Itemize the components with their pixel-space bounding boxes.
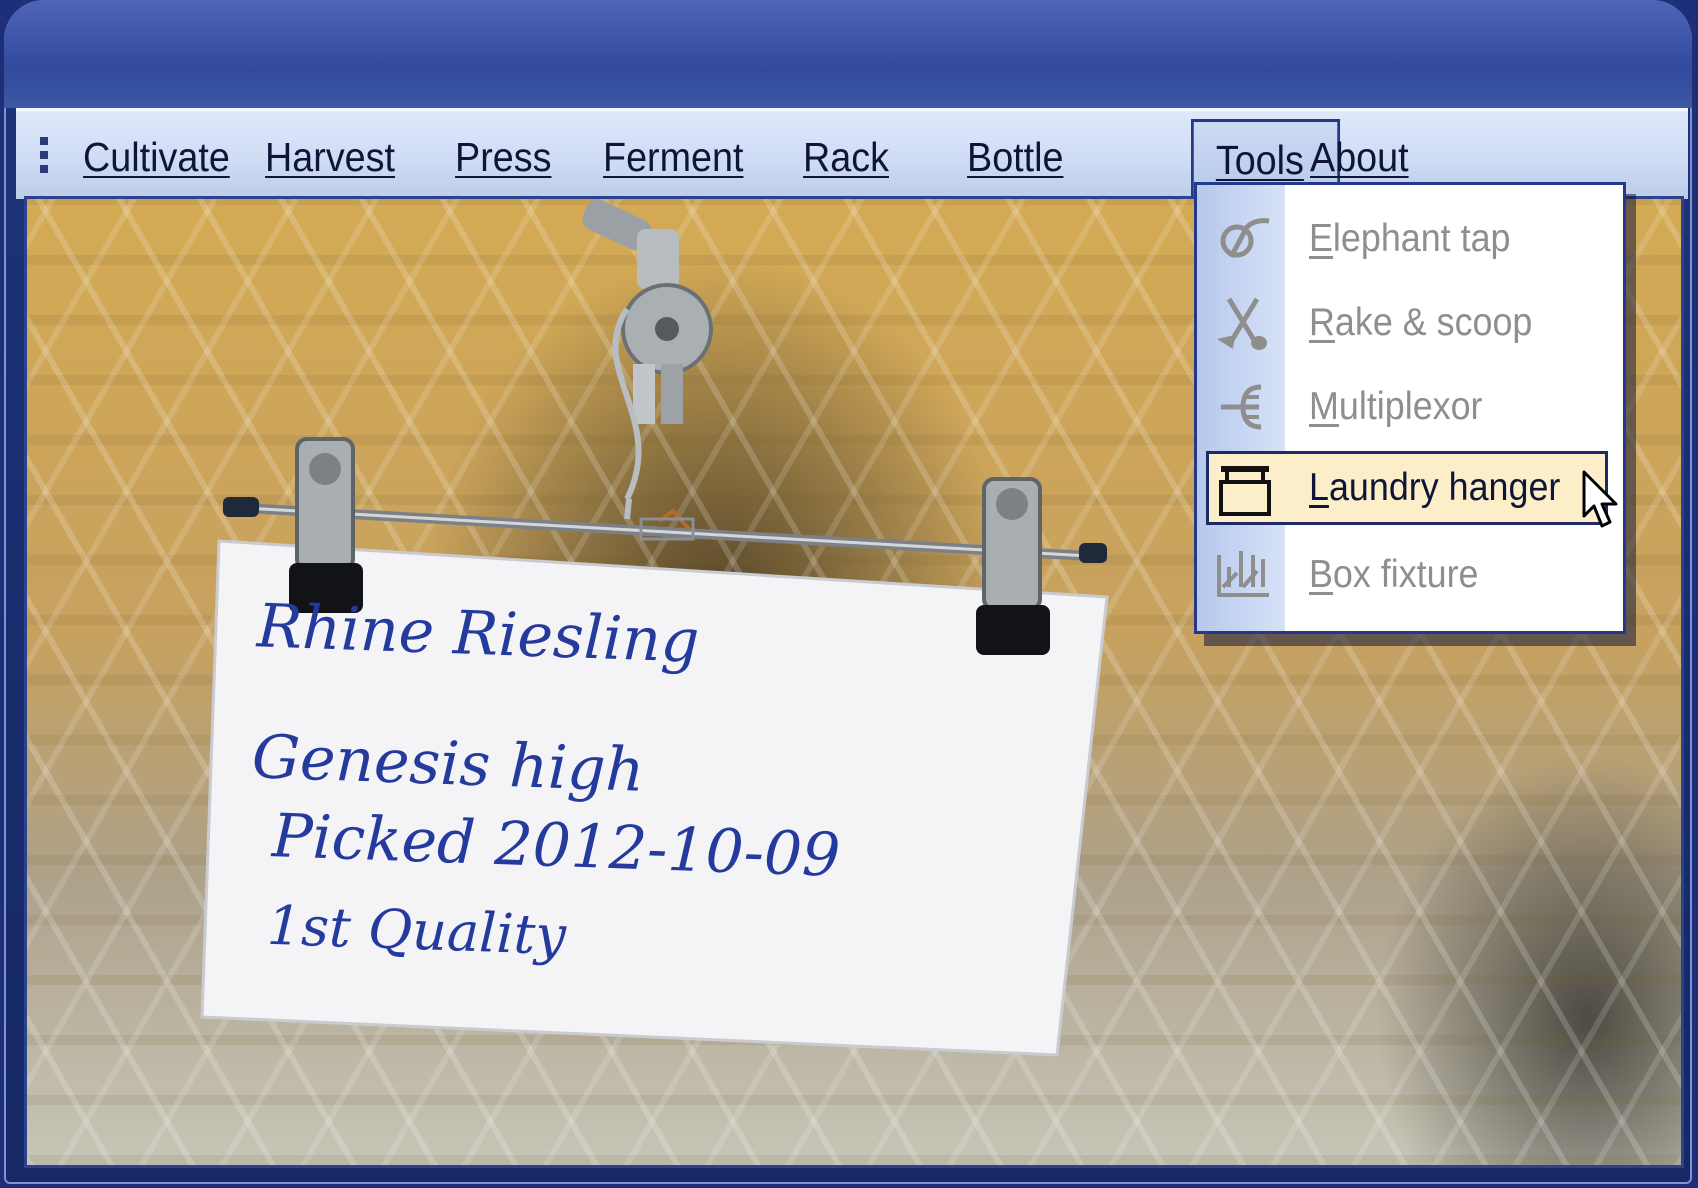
menu-harvest[interactable]: Harvest	[254, 129, 406, 185]
menu-ferment[interactable]: Ferment	[592, 129, 755, 185]
menu-about[interactable]: About	[1299, 129, 1420, 185]
menu-grip-handle[interactable]	[40, 137, 48, 179]
menu-item-label: Multiplexor	[1309, 385, 1483, 428]
menu-item-label: Box fixture	[1309, 553, 1479, 596]
menu-item-box-fixture[interactable]: Box fixture	[1197, 535, 1623, 615]
card-line-block: Genesis high	[250, 722, 646, 806]
menu-item-multiplexor[interactable]: Multiplexor	[1197, 367, 1623, 447]
elephant-tap-icon	[1220, 218, 1270, 259]
multiplexor-icon	[1221, 384, 1262, 430]
card-line-quality: 1st Quality	[265, 893, 567, 968]
menu-item-label: Rake & scoop	[1309, 301, 1533, 344]
menu-item-rake-scoop[interactable]: Rake & scoop	[1197, 283, 1623, 363]
menu-press[interactable]: Press	[444, 129, 563, 185]
app-window: Cultivate Harvest Press Ferment Rack Bot…	[4, 0, 1692, 1184]
rake-scoop-icon	[1217, 297, 1267, 350]
tank-tap	[582, 199, 713, 520]
menu-cultivate[interactable]: Cultivate	[72, 129, 241, 185]
menu-item-elephant-tap[interactable]: Elephant tap	[1197, 199, 1623, 279]
menu-item-laundry-hanger[interactable]: Laundry hanger	[1206, 451, 1608, 525]
mouse-pointer-icon	[1582, 470, 1618, 528]
tools-dropdown-menu: Elephant tap Rake & scoop Multiplexor La…	[1194, 182, 1626, 634]
menu-item-label: Laundry hanger	[1309, 466, 1561, 509]
menu-item-label: Elephant tap	[1309, 217, 1511, 260]
menu-rack[interactable]: Rack	[792, 129, 900, 185]
title-bar[interactable]	[4, 0, 1692, 108]
clip-right	[976, 477, 1050, 655]
clip-left	[289, 437, 363, 613]
box-fixture-icon	[1217, 551, 1269, 597]
menu-bottle[interactable]: Bottle	[956, 129, 1075, 185]
laundry-hanger-icon	[1219, 466, 1271, 516]
